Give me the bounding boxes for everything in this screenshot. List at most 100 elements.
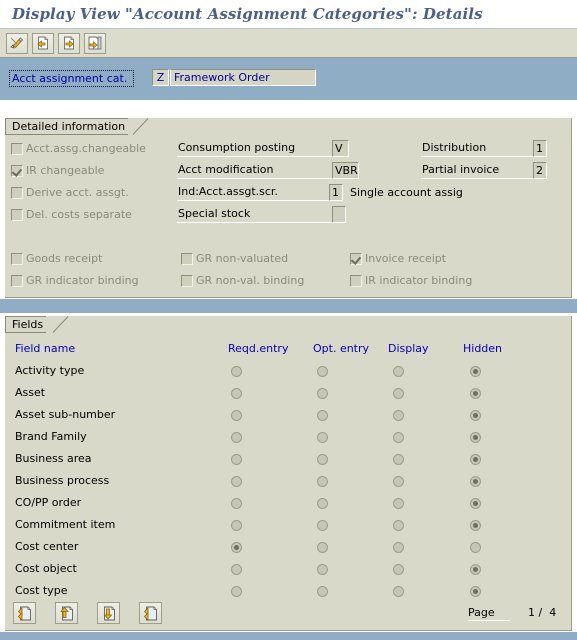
radio-reqd-entry[interactable] bbox=[231, 432, 242, 443]
radio-hidden[interactable] bbox=[470, 454, 481, 465]
checkbox-goods-receipt[interactable]: Goods receipt bbox=[11, 252, 102, 265]
key-field-area: Acct assignment cat. Z Framework Order bbox=[0, 58, 577, 100]
radio-reqd-entry[interactable] bbox=[231, 564, 242, 575]
radio-display[interactable] bbox=[393, 410, 404, 421]
radio-opt-entry[interactable] bbox=[317, 454, 328, 465]
checkbox-label: GR non-val. binding bbox=[196, 274, 305, 287]
radio-opt-entry[interactable] bbox=[317, 432, 328, 443]
previous-page-icon[interactable] bbox=[55, 602, 78, 624]
radio-hidden[interactable] bbox=[470, 476, 481, 487]
group-tab-slope bbox=[133, 118, 149, 135]
radio-reqd-entry[interactable] bbox=[231, 410, 242, 421]
checkbox-box[interactable] bbox=[11, 252, 23, 265]
checkbox-box[interactable] bbox=[350, 252, 362, 265]
radio-reqd-entry[interactable] bbox=[231, 520, 242, 531]
last-page-icon[interactable] bbox=[139, 602, 162, 624]
radio-hidden[interactable] bbox=[470, 366, 481, 377]
radio-reqd-entry[interactable] bbox=[231, 366, 242, 377]
acct-assignment-cat-label[interactable]: Acct assignment cat. bbox=[9, 70, 134, 87]
checkbox-derive-acct-assgt[interactable]: Derive acct. assgt. bbox=[11, 186, 129, 199]
column-header-hidden: Hidden bbox=[463, 342, 503, 355]
value-distribution[interactable]: 1 bbox=[533, 140, 547, 157]
checkbox-invoice-receipt[interactable]: Invoice receipt bbox=[350, 252, 446, 265]
value-consumption-posting[interactable]: V bbox=[332, 140, 349, 157]
radio-display[interactable] bbox=[393, 564, 404, 575]
radio-reqd-entry[interactable] bbox=[231, 586, 242, 597]
page-indicator: 1 / 4 bbox=[528, 606, 557, 619]
radio-display[interactable] bbox=[393, 586, 404, 597]
value-acct-modification[interactable]: VBR bbox=[332, 162, 359, 179]
checkbox-acct-assg-changeable[interactable]: Acct.assg.changeable bbox=[11, 142, 146, 155]
checkbox-label: Del. costs separate bbox=[26, 208, 132, 221]
radio-opt-entry[interactable] bbox=[317, 520, 328, 531]
checkbox-box[interactable] bbox=[181, 274, 193, 287]
radio-reqd-entry[interactable] bbox=[231, 542, 242, 553]
next-object-icon[interactable] bbox=[58, 32, 80, 54]
radio-reqd-entry[interactable] bbox=[231, 476, 242, 487]
label-special-stock: Special stock bbox=[177, 206, 332, 223]
details-icon[interactable] bbox=[84, 32, 106, 54]
radio-reqd-entry[interactable] bbox=[231, 454, 242, 465]
checkbox-label: IR indicator binding bbox=[365, 274, 473, 287]
fields-title: Fields bbox=[5, 316, 47, 333]
radio-display[interactable] bbox=[393, 498, 404, 509]
checkbox-gr-non-val-binding[interactable]: GR non-val. binding bbox=[181, 274, 304, 287]
checkbox-del-costs-separate[interactable]: Del. costs separate bbox=[11, 208, 132, 221]
checkbox-box[interactable] bbox=[350, 274, 362, 287]
checkbox-box[interactable] bbox=[181, 252, 193, 265]
previous-object-icon[interactable] bbox=[32, 32, 54, 54]
radio-hidden[interactable] bbox=[470, 498, 481, 509]
radio-hidden[interactable] bbox=[470, 432, 481, 443]
radio-opt-entry[interactable] bbox=[317, 498, 328, 509]
checkbox-label: Goods receipt bbox=[26, 252, 103, 265]
radio-hidden[interactable] bbox=[470, 542, 481, 553]
acct-assignment-cat-code-field[interactable]: Z bbox=[152, 69, 169, 86]
page-title: Display View "Account Assignment Categor… bbox=[12, 5, 483, 23]
radio-opt-entry[interactable] bbox=[317, 366, 328, 377]
radio-opt-entry[interactable] bbox=[317, 476, 328, 487]
radio-opt-entry[interactable] bbox=[317, 410, 328, 421]
checkbox-box[interactable] bbox=[11, 164, 23, 177]
radio-hidden[interactable] bbox=[470, 388, 481, 399]
first-page-icon[interactable] bbox=[13, 602, 36, 624]
radio-display[interactable] bbox=[393, 542, 404, 553]
checkbox-box[interactable] bbox=[11, 274, 23, 287]
separator-strip bbox=[0, 299, 577, 313]
display-change-icon[interactable] bbox=[6, 32, 28, 54]
checkbox-label: IR changeable bbox=[26, 164, 105, 177]
value-special-stock[interactable] bbox=[332, 206, 346, 223]
radio-reqd-entry[interactable] bbox=[231, 388, 242, 399]
checkbox-gr-non-valuated[interactable]: GR non-valuated bbox=[181, 252, 288, 265]
radio-opt-entry[interactable] bbox=[317, 564, 328, 575]
checkbox-ir-changeable[interactable]: IR changeable bbox=[11, 164, 104, 177]
radio-hidden[interactable] bbox=[470, 410, 481, 421]
radio-opt-entry[interactable] bbox=[317, 388, 328, 399]
checkbox-label: GR indicator binding bbox=[26, 274, 139, 287]
radio-hidden[interactable] bbox=[470, 586, 481, 597]
checkbox-box[interactable] bbox=[11, 186, 23, 199]
radio-display[interactable] bbox=[393, 432, 404, 443]
checkbox-gr-indicator-binding[interactable]: GR indicator binding bbox=[11, 274, 139, 287]
radio-display[interactable] bbox=[393, 520, 404, 531]
window-title-bar: Display View "Account Assignment Categor… bbox=[0, 0, 577, 29]
radio-opt-entry[interactable] bbox=[317, 542, 328, 553]
radio-reqd-entry[interactable] bbox=[231, 498, 242, 509]
radio-hidden[interactable] bbox=[470, 520, 481, 531]
radio-opt-entry[interactable] bbox=[317, 586, 328, 597]
radio-display[interactable] bbox=[393, 366, 404, 377]
radio-display[interactable] bbox=[393, 388, 404, 399]
checkbox-box[interactable] bbox=[11, 142, 23, 155]
value-partial-invoice[interactable]: 2 bbox=[533, 162, 547, 179]
radio-hidden[interactable] bbox=[470, 564, 481, 575]
table-row: Cost type bbox=[15, 584, 68, 597]
radio-display[interactable] bbox=[393, 454, 404, 465]
column-header-display: Display bbox=[388, 342, 429, 355]
table-row: Cost center bbox=[15, 540, 79, 553]
checkbox-ir-indicator-binding[interactable]: IR indicator binding bbox=[350, 274, 472, 287]
value-ind-acct-assgt-scr[interactable]: 1 bbox=[329, 184, 343, 201]
acct-assignment-cat-description-field[interactable]: Framework Order bbox=[170, 69, 316, 86]
radio-display[interactable] bbox=[393, 476, 404, 487]
checkbox-box[interactable] bbox=[11, 208, 23, 221]
next-page-icon[interactable] bbox=[97, 602, 120, 624]
checkbox-label: Derive acct. assgt. bbox=[26, 186, 129, 199]
